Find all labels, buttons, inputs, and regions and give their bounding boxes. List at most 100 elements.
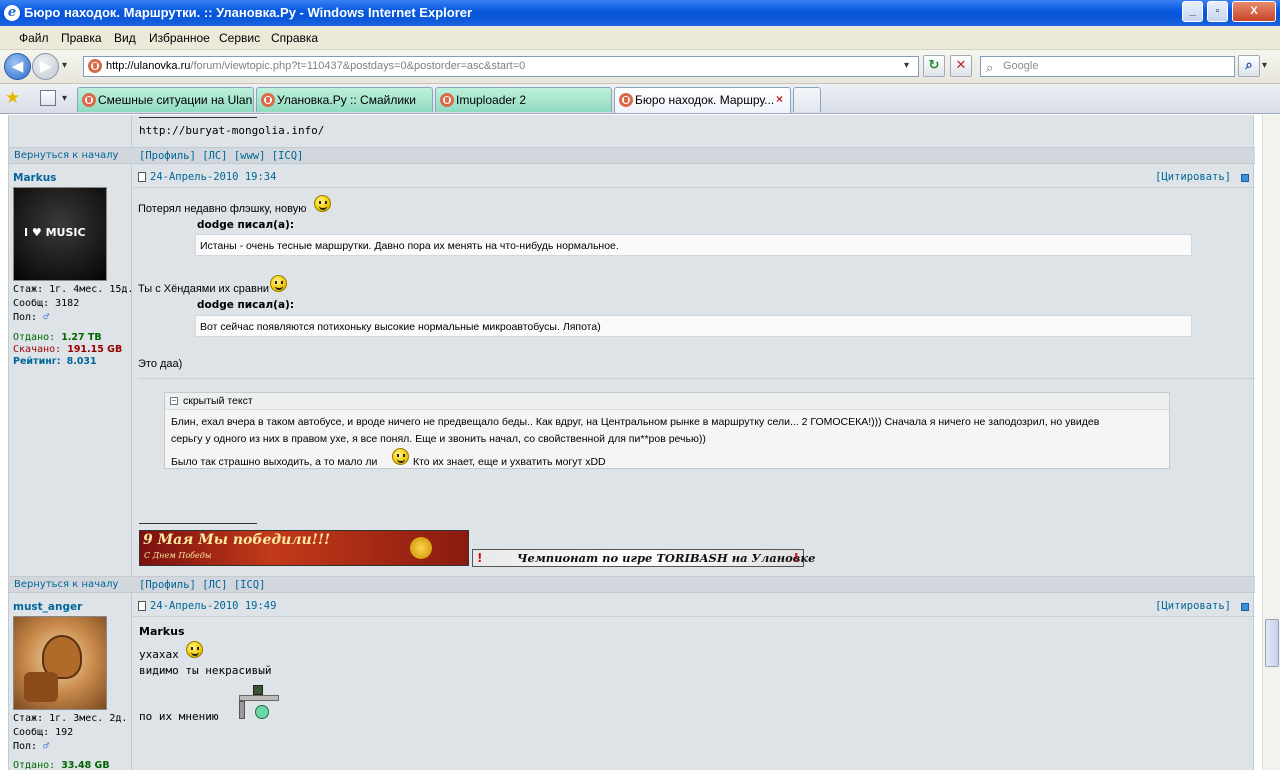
post-text: ухахах — [139, 648, 179, 661]
profile-links[interactable]: [Профиль] [ЛС] [ICQ] — [139, 579, 265, 591]
post-date: 24-Апрель-2010 19:49 — [150, 600, 277, 612]
history-dropdown-icon[interactable]: ▾ — [62, 60, 67, 71]
spoiler-text: Блин, ехал вчера в таком автобусе, и вро… — [171, 416, 1100, 428]
tab-close-icon[interactable]: × — [773, 93, 786, 106]
favorites-star-icon[interactable]: ★ — [5, 88, 20, 108]
collapse-icon[interactable]: − — [170, 397, 178, 405]
menu-edit[interactable]: Правка — [61, 31, 102, 45]
minimize-button[interactable]: _ — [1182, 1, 1203, 22]
refresh-button[interactable]: ↻ — [923, 55, 945, 77]
banner-text: 9 Мая Мы победили!!! — [143, 532, 331, 548]
post-author[interactable]: Markus — [13, 172, 56, 184]
quick-tabs-icon[interactable] — [40, 90, 56, 106]
post-anchor-icon[interactable] — [1241, 603, 1249, 611]
scrollbar-thumb[interactable] — [1265, 619, 1279, 667]
forum-topic: http://buryat-mongolia.info/ Вернуться к… — [8, 115, 1255, 770]
menu-favorites[interactable]: Избранное — [149, 31, 210, 45]
tab-favicon-icon — [440, 93, 454, 107]
stop-button[interactable]: ✕ — [950, 55, 972, 77]
tab-favicon-icon — [619, 93, 633, 107]
tab-list-dropdown-icon[interactable]: ▾ — [62, 93, 67, 104]
back-to-top-link[interactable]: Вернуться к началу — [14, 579, 118, 590]
stat-stazh: Стаж: 1г. 4мес. 15д. — [13, 284, 134, 295]
close-button[interactable]: X — [1232, 1, 1276, 22]
tab-lost-and-found[interactable]: Бюро находок. Маршру... × — [614, 87, 791, 113]
menu-tools[interactable]: Сервис — [219, 31, 260, 45]
post-footer-bar: Вернуться к началу [Профиль] [ЛС] [www] … — [9, 147, 1255, 164]
tab-favicon-icon — [261, 93, 275, 107]
search-button[interactable]: ⌕ — [1238, 55, 1260, 77]
menu-file[interactable]: Файл — [19, 31, 49, 45]
back-to-top-link[interactable]: Вернуться к началу — [14, 150, 118, 161]
post-footer-bar: Вернуться к началу [Профиль] [ЛС] [ICQ] — [9, 576, 1255, 593]
tab-label: Imuploader 2 — [456, 93, 527, 107]
spoiler-header[interactable]: − скрытый текст — [165, 393, 1169, 410]
gender-label: Пол: — [13, 312, 38, 323]
quote-button[interactable]: [Цитировать] — [1155, 171, 1231, 183]
spoiler-text: Было так страшно выходить, а то мало ли — [171, 456, 378, 468]
avatar: I ♥ MUSIC — [13, 187, 107, 281]
menu-view[interactable]: Вид — [114, 31, 136, 45]
mentioned-user: Markus — [139, 625, 185, 638]
vertical-scrollbar[interactable] — [1262, 115, 1280, 770]
quote-box: Истаны - очень тесные маршрутки. Давно п… — [195, 234, 1192, 256]
spoiler-block: − скрытый текст Блин, ехал вчера в таком… — [164, 392, 1170, 469]
smiley-icon — [270, 275, 287, 292]
search-input[interactable]: ⌕ Google — [980, 56, 1235, 77]
tab-imuploader[interactable]: Imuploader 2 — [435, 87, 612, 112]
spoiler-text: Кто их знает, еще и ухватить могут xDD — [413, 456, 606, 468]
stat-downloaded: Скачано: 191.15 GB — [13, 344, 122, 355]
smiley-icon — [186, 641, 203, 658]
post-text: Ты с Хёндаями их сравни — [138, 283, 270, 295]
tab-funny-situations[interactable]: Смешные ситуации на Ulan... — [77, 87, 254, 112]
quote-button[interactable]: [Цитировать] — [1155, 600, 1231, 612]
male-icon: ♂ — [43, 741, 50, 752]
post-anchor-icon[interactable] — [1241, 174, 1249, 182]
post-date: 24-Апрель-2010 19:34 — [150, 171, 277, 183]
page-content: http://buryat-mongolia.info/ Вернуться к… — [0, 115, 1262, 770]
post-header-divider — [133, 187, 1255, 188]
laughing-smiley-icon — [392, 448, 409, 465]
post-author[interactable]: must_anger — [13, 601, 82, 613]
search-placeholder: Google — [1003, 60, 1039, 72]
stat-posts: Сообщ: 3182 — [13, 298, 80, 309]
back-button[interactable]: ◀ — [4, 53, 31, 80]
rating-value: 8.031 — [66, 356, 97, 367]
post-header-divider — [133, 616, 1255, 617]
stat-uploaded: Отдано: 1.27 TB — [13, 332, 102, 343]
address-path: /forum/viewtopic.php?t=110437&postdays=0… — [190, 60, 526, 72]
quote-text: Истаны - очень тесные маршрутки. Давно п… — [200, 240, 619, 252]
window-title: Бюро находок. Маршрутки. :: Улановка.Ру … — [24, 5, 473, 20]
tab-favicon-icon — [82, 93, 96, 107]
tab-smiles[interactable]: Улановка.Ру :: Смайлики — [256, 87, 433, 112]
address-bar[interactable]: http://ulanovka.ru/forum/viewtopic.php?t… — [83, 56, 919, 77]
profile-links[interactable]: [Профиль] [ЛС] [www] [ICQ] — [139, 150, 303, 162]
cup-icon — [24, 672, 58, 702]
stat-stazh: Стаж: 1г. 3мес. 2д. — [13, 713, 128, 724]
spoiler-text: серьгу у одного из них в правом ухе, я в… — [171, 433, 706, 445]
address-dropdown-icon[interactable]: ▾ — [904, 60, 909, 71]
tab-label: Бюро находок. Маршру... — [635, 93, 775, 107]
search-options-icon[interactable]: ▾ — [1262, 60, 1267, 71]
menu-help[interactable]: Справка — [271, 31, 318, 45]
toribash-banner[interactable]: ! Чемпионат по игре TORIBASH на Улановке… — [472, 549, 815, 567]
victory-day-banner[interactable]: 9 Мая Мы победили!!! С Днем Победы — [139, 530, 469, 566]
signature-divider — [139, 523, 257, 524]
exclamation-icon: ! — [793, 551, 799, 565]
banner-subtext: С Днем Победы — [144, 551, 212, 560]
post-text: видимо ты некрасивый — [139, 664, 272, 677]
uploaded-value: 1.27 TB — [61, 332, 102, 343]
new-tab-button[interactable] — [793, 87, 821, 112]
gender-label: Пол: — [13, 741, 38, 752]
maximize-button[interactable]: ▫ — [1207, 1, 1228, 22]
tab-label: Смешные ситуации на Ulan... — [98, 93, 254, 107]
forward-button[interactable]: ▶ — [32, 53, 59, 80]
quote-author: dodge писал(а): — [197, 299, 295, 311]
post-header: 24-Апрель-2010 19:49 [Цитировать] — [133, 599, 1255, 615]
navigation-bar: ◀ ▶ ▾ http://ulanovka.ru/forum/viewtopic… — [0, 50, 1280, 84]
order-star-icon — [410, 537, 432, 559]
post-icon — [138, 172, 146, 182]
signature-link[interactable]: http://buryat-mongolia.info/ — [139, 124, 324, 137]
post-header: 24-Апрель-2010 19:34 [Цитировать] — [133, 170, 1255, 186]
stat-uploaded: Отдано: 33.48 GB — [13, 760, 110, 770]
